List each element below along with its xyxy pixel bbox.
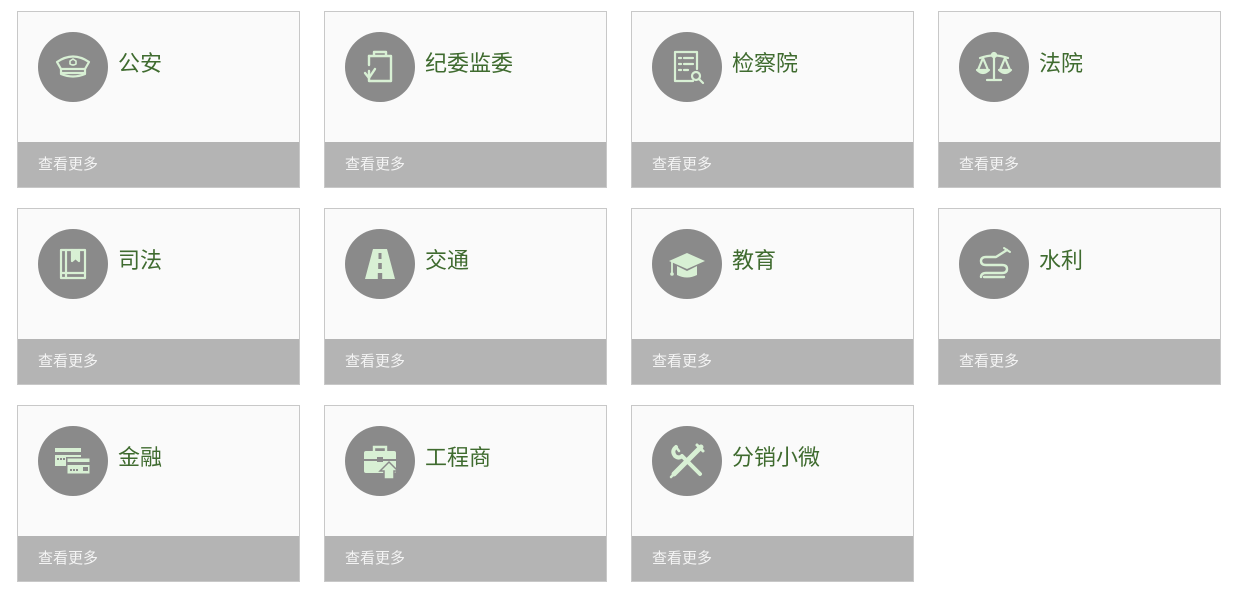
card-footer: 查看更多 — [325, 536, 606, 581]
category-card-court[interactable]: 法院 查看更多 — [938, 11, 1221, 188]
card-title: 金融 — [118, 446, 163, 471]
category-card-police[interactable]: 公安 查看更多 — [17, 11, 300, 188]
category-card-discipline[interactable]: 纪委监委 查看更多 — [324, 11, 607, 188]
view-more-link[interactable]: 查看更多 — [38, 154, 98, 174]
card-header: 纪委监委 — [325, 12, 606, 142]
card-header: 司法 — [18, 209, 299, 339]
view-more-link[interactable]: 查看更多 — [345, 154, 405, 174]
scales-icon — [959, 32, 1029, 102]
card-footer: 查看更多 — [632, 339, 913, 384]
category-card-finance[interactable]: 金融 查看更多 — [17, 405, 300, 582]
card-header: 交通 — [325, 209, 606, 339]
category-card-procuratorate[interactable]: 检察院 查看更多 — [631, 11, 914, 188]
view-more-link[interactable]: 查看更多 — [652, 154, 712, 174]
view-more-link[interactable]: 查看更多 — [652, 351, 712, 371]
card-header: 教育 — [632, 209, 913, 339]
card-title: 公安 — [118, 52, 163, 77]
card-title: 法院 — [1039, 52, 1084, 77]
card-title: 分销小微 — [732, 446, 821, 471]
card-header: 分销小微 — [632, 406, 913, 536]
category-card-justice[interactable]: 司法 查看更多 — [17, 208, 300, 385]
card-footer: 查看更多 — [939, 142, 1220, 187]
card-header: 金融 — [18, 406, 299, 536]
water-pipe-icon — [959, 229, 1029, 299]
document-search-icon — [652, 32, 722, 102]
card-footer: 查看更多 — [632, 142, 913, 187]
card-header: 公安 — [18, 12, 299, 142]
road-icon — [345, 229, 415, 299]
bank-cards-icon — [38, 426, 108, 496]
card-title: 教育 — [732, 249, 777, 274]
card-footer: 查看更多 — [325, 142, 606, 187]
card-header: 检察院 — [632, 12, 913, 142]
card-header: 水利 — [939, 209, 1220, 339]
card-title: 工程商 — [425, 446, 492, 471]
card-footer: 查看更多 — [632, 536, 913, 581]
card-header: 工程商 — [325, 406, 606, 536]
view-more-link[interactable]: 查看更多 — [38, 548, 98, 568]
card-footer: 查看更多 — [18, 536, 299, 581]
category-card-contractor[interactable]: 工程商 查看更多 — [324, 405, 607, 582]
graduation-cap-icon — [652, 229, 722, 299]
clipboard-check-icon — [345, 32, 415, 102]
category-card-transport[interactable]: 交通 查看更多 — [324, 208, 607, 385]
card-footer: 查看更多 — [939, 339, 1220, 384]
view-more-link[interactable]: 查看更多 — [345, 351, 405, 371]
police-cap-icon — [38, 32, 108, 102]
card-title: 纪委监委 — [425, 52, 514, 77]
briefcase-upload-icon — [345, 426, 415, 496]
view-more-link[interactable]: 查看更多 — [959, 154, 1019, 174]
law-book-icon — [38, 229, 108, 299]
card-title: 交通 — [425, 249, 470, 274]
card-footer: 查看更多 — [325, 339, 606, 384]
card-title: 水利 — [1039, 249, 1084, 274]
view-more-link[interactable]: 查看更多 — [345, 548, 405, 568]
view-more-link[interactable]: 查看更多 — [652, 548, 712, 568]
card-footer: 查看更多 — [18, 339, 299, 384]
view-more-link[interactable]: 查看更多 — [959, 351, 1019, 371]
category-grid: 公安 查看更多 纪委监委 查看更多 检察院 查看更多 法院 查看更多 司法 查看… — [17, 11, 1221, 582]
card-title: 司法 — [118, 249, 163, 274]
card-header: 法院 — [939, 12, 1220, 142]
card-title: 检察院 — [732, 52, 799, 77]
view-more-link[interactable]: 查看更多 — [38, 351, 98, 371]
category-card-education[interactable]: 教育 查看更多 — [631, 208, 914, 385]
tools-icon — [652, 426, 722, 496]
category-card-water[interactable]: 水利 查看更多 — [938, 208, 1221, 385]
category-card-distribution[interactable]: 分销小微 查看更多 — [631, 405, 914, 582]
card-footer: 查看更多 — [18, 142, 299, 187]
